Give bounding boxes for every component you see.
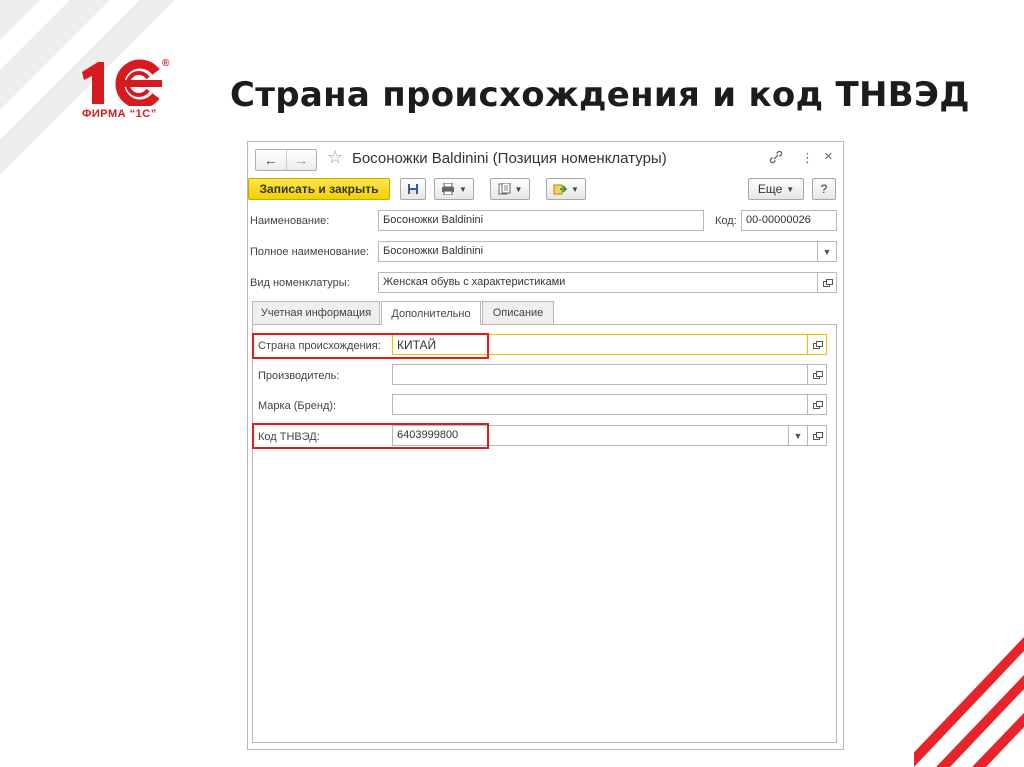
chevron-down-icon: ▼ [459,184,467,194]
open-icon [812,371,823,379]
item-card-window: ← → ☆ Босоножки Baldinini (Позиция номен… [247,141,844,750]
more-menu-icon[interactable]: ⋮ [801,150,814,166]
logo-registered-mark: ® [162,58,170,69]
highlight-tnved-code [252,423,489,449]
logo-1c-mark [82,59,162,106]
help-button[interactable]: ? [812,178,836,200]
item-type-open-button[interactable] [818,272,837,293]
tab-additional[interactable]: Дополнительно [381,301,481,325]
chevron-down-icon: ▼ [571,184,579,194]
tnved-open-button[interactable] [808,425,827,446]
print-button[interactable]: ▼ [434,178,474,200]
save-icon [408,184,418,194]
window-titlebar: ← → ☆ Босоножки Baldinini (Позиция номен… [248,142,843,176]
more-actions-button[interactable]: Еще ▼ [748,178,804,200]
name-label: Наименование: [250,215,330,227]
full-name-input[interactable]: Босоножки Baldinini [378,241,818,262]
more-actions-label: Еще [757,182,783,196]
manufacturer-open-button[interactable] [808,364,827,385]
brand-input[interactable] [392,394,808,415]
brand-label: Марка (Бренд): [258,400,337,412]
additional-tab-panel [252,324,837,743]
full-name-label: Полное наименование: [250,246,370,258]
country-open-button[interactable] [808,334,827,355]
open-icon [812,401,823,409]
decorative-stripes-bottom-right [914,617,1024,767]
back-arrow-icon[interactable]: ← [256,150,286,170]
slide-title: Страна происхождения и код ТНВЭД [230,75,970,115]
favorite-star-icon[interactable]: ☆ [327,147,343,168]
highlight-country-of-origin [252,333,489,359]
brand-open-button[interactable] [808,394,827,415]
create-based-icon [553,184,568,195]
tab-description[interactable]: Описание [482,301,554,324]
full-name-dropdown-button[interactable]: ▼ [818,241,837,262]
navigation-buttons: ← → [255,149,317,171]
manufacturer-input[interactable] [392,364,808,385]
open-icon [812,432,823,440]
code-input[interactable]: 00-00000026 [741,210,837,231]
window-title: Босоножки Baldinini (Позиция номенклатур… [352,150,667,167]
link-icon[interactable] [769,150,783,167]
item-type-input[interactable]: Женская обувь с характеристиками [378,272,818,293]
save-and-close-button[interactable]: Записать и закрыть [248,178,390,200]
reports-icon [498,183,511,195]
close-icon[interactable]: × [824,148,833,165]
reports-button[interactable]: ▼ [490,178,530,200]
logo-subtitle: ФИРМА “1С” [82,108,157,120]
company-logo: ® ФИРМА “1С” [80,58,172,126]
chevron-down-icon: ▼ [822,246,832,257]
forward-arrow-icon[interactable]: → [285,150,317,170]
create-based-on-button[interactable]: ▼ [546,178,586,200]
item-type-label: Вид номенклатуры: [250,277,350,289]
manufacturer-label: Производитель: [258,370,340,382]
tnved-dropdown-button[interactable]: ▼ [789,425,808,446]
tab-accounting-info[interactable]: Учетная информация [252,301,380,324]
chevron-down-icon: ▼ [793,430,803,441]
form-toolbar: Записать и закрыть ▼ ▼ ▼ Еще ▼ ? [248,178,843,204]
print-icon [442,183,455,195]
code-label: Код: [715,215,737,227]
chevron-down-icon: ▼ [514,184,523,194]
chevron-down-icon: ▼ [786,184,795,194]
name-input[interactable]: Босоножки Baldinini [378,210,704,231]
open-icon [822,279,833,287]
save-button[interactable] [400,178,426,200]
open-icon [812,341,823,349]
